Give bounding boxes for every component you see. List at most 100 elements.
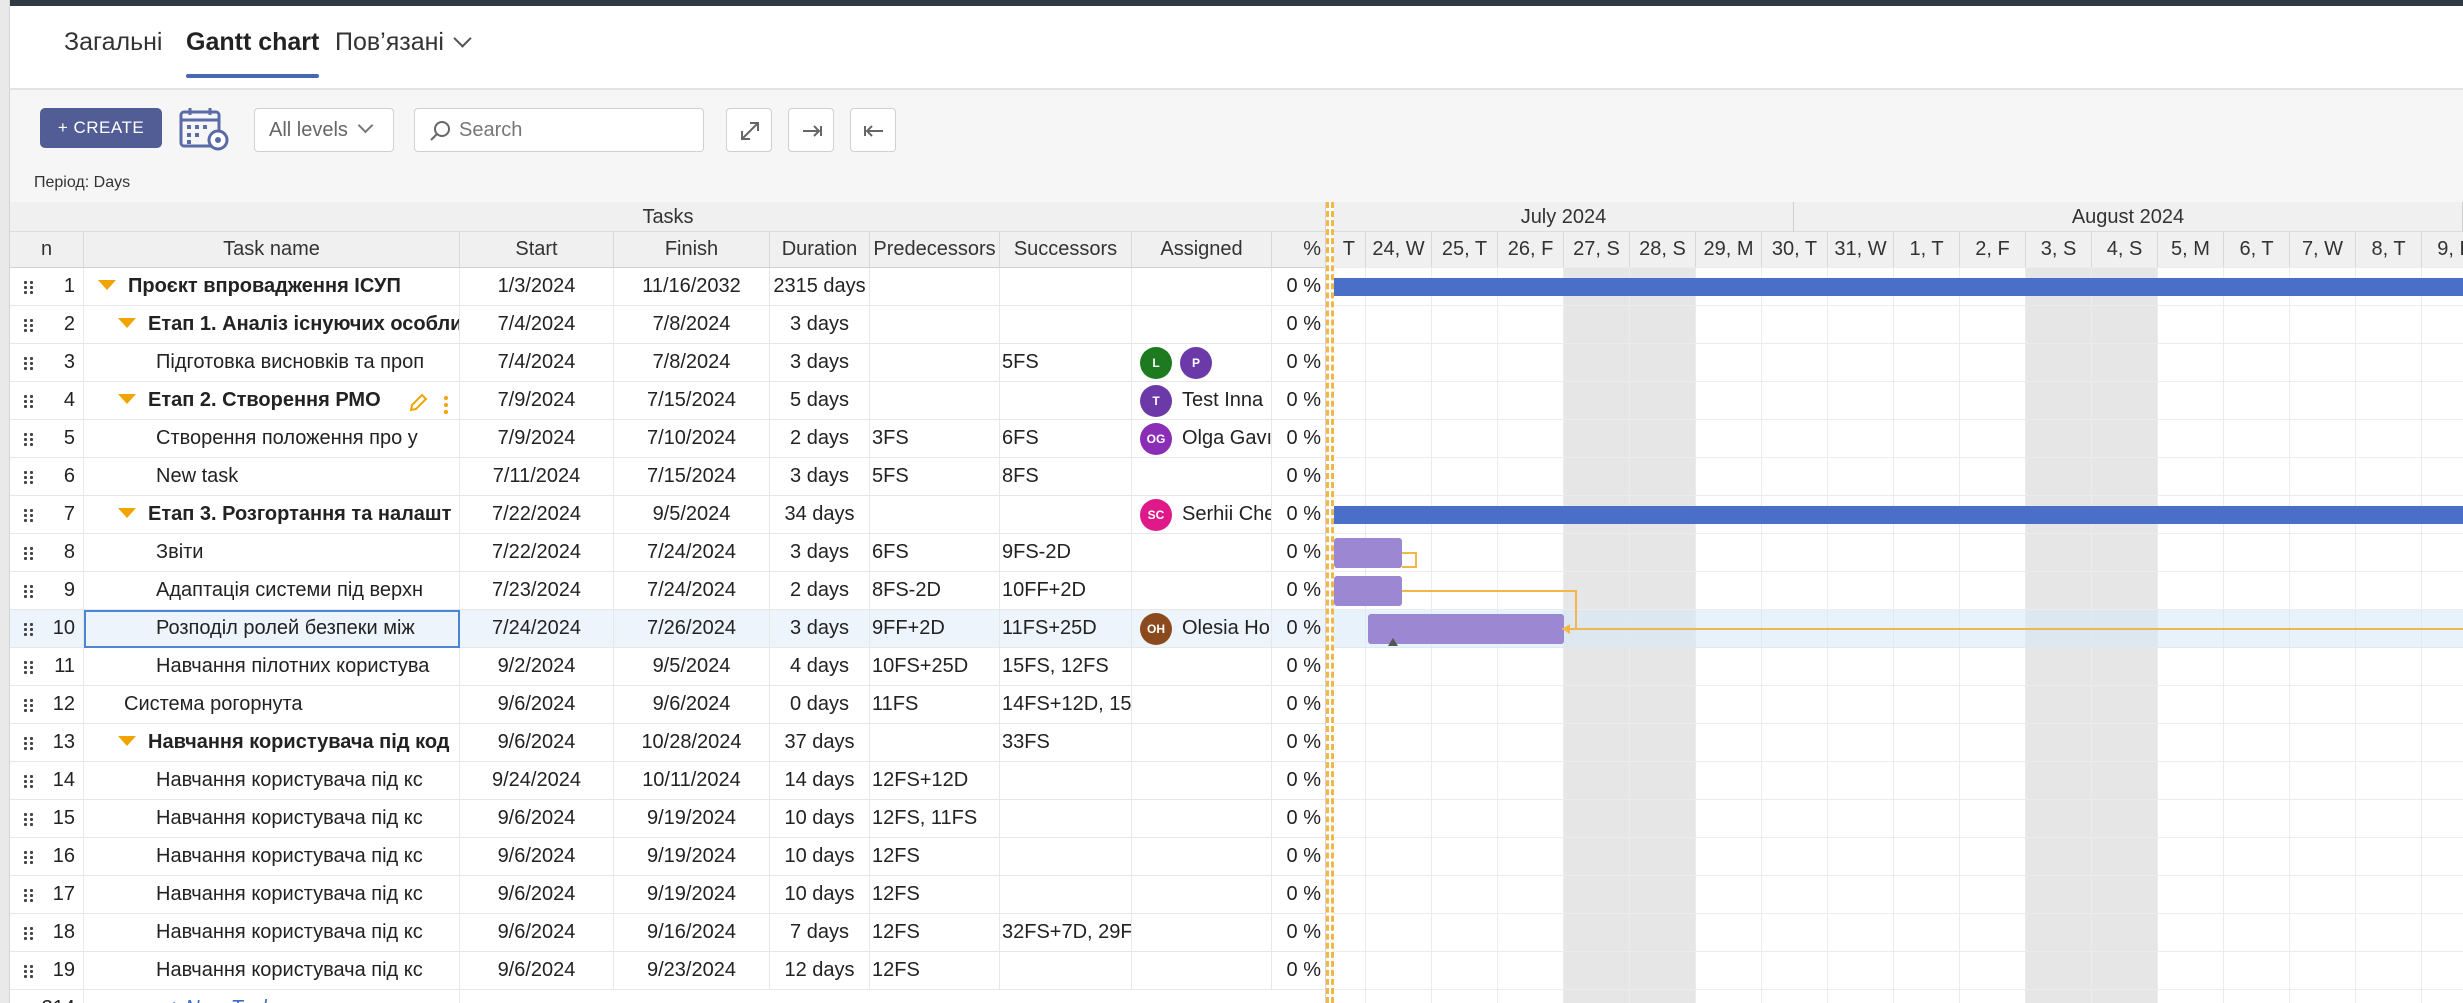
duration-cell[interactable]: 14 days [770, 762, 870, 800]
percent-complete-cell[interactable]: 0 % [1272, 686, 1325, 724]
duration-cell[interactable]: 10 days [770, 800, 870, 838]
start-date-cell[interactable]: 9/24/2024 [460, 762, 614, 800]
successors-cell[interactable] [1000, 306, 1132, 344]
duration-cell[interactable]: 10 days [770, 876, 870, 914]
duration-cell[interactable]: 2315 days [770, 268, 870, 306]
finish-date-cell[interactable]: 9/19/2024 [614, 800, 770, 838]
task-name-cell[interactable]: Етап 3. Розгортання та налашт [84, 496, 460, 534]
row-number-cell[interactable]: 16 [10, 838, 84, 876]
start-date-cell[interactable]: 9/2/2024 [460, 648, 614, 686]
successors-cell[interactable] [1000, 496, 1132, 534]
drag-handle-icon[interactable] [24, 395, 36, 409]
table-row[interactable]: 1 Проєкт впровадження ІСУП 1/3/2024 11/16/2… [10, 268, 1325, 306]
table-row[interactable]: 16 Навчання користувача під кс 9/6/2024 9/1… [10, 838, 1325, 876]
percent-complete-cell[interactable]: 0 % [1272, 344, 1325, 382]
task-name-cell[interactable]: Навчання користувача під кс [84, 952, 460, 990]
assigned-cell[interactable]: LP [1132, 344, 1272, 382]
table-row[interactable]: 15 Навчання користувача під кс 9/6/2024 9/1… [10, 800, 1325, 838]
assigned-cell[interactable] [1132, 648, 1272, 686]
start-date-cell[interactable]: 9/6/2024 [460, 800, 614, 838]
predecessors-cell[interactable]: 10FS+25D [870, 648, 1000, 686]
row-number-cell[interactable]: 13 [10, 724, 84, 762]
col-header-start[interactable]: Start [460, 232, 614, 268]
row-number-cell[interactable]: 6 [10, 458, 84, 496]
successors-cell[interactable]: 11FS+25D [1000, 610, 1132, 648]
successors-cell[interactable] [1000, 762, 1132, 800]
duration-cell[interactable]: 34 days [770, 496, 870, 534]
predecessors-cell[interactable] [870, 268, 1000, 306]
row-number-cell[interactable]: 17 [10, 876, 84, 914]
duration-cell[interactable]: 2 days [770, 572, 870, 610]
scroll-to-start-button[interactable] [788, 108, 834, 152]
task-name-cell[interactable]: Створення положення про у [84, 420, 460, 458]
collapse-triangle-icon[interactable] [118, 394, 136, 404]
task-name-cell[interactable]: Навчання пілотних користува [84, 648, 460, 686]
finish-date-cell[interactable]: 9/16/2024 [614, 914, 770, 952]
successors-cell[interactable]: 5FS [1000, 344, 1132, 382]
row-number-cell[interactable]: 8 [10, 534, 84, 572]
finish-date-cell[interactable]: 11/16/2032 [614, 268, 770, 306]
percent-complete-cell[interactable]: 0 % [1272, 876, 1325, 914]
predecessors-cell[interactable]: 12FS [870, 952, 1000, 990]
assigned-cell[interactable]: T Test Inna [1132, 382, 1272, 420]
finish-date-cell[interactable]: 7/15/2024 [614, 382, 770, 420]
levels-select[interactable]: All levels [254, 108, 394, 152]
predecessors-cell[interactable]: 6FS [870, 534, 1000, 572]
row-number-cell[interactable]: 11 [10, 648, 84, 686]
start-date-cell[interactable]: 9/6/2024 [460, 952, 614, 990]
finish-date-cell[interactable]: 7/15/2024 [614, 458, 770, 496]
row-number-cell[interactable]: 9 [10, 572, 84, 610]
assigned-cell[interactable] [1132, 876, 1272, 914]
tab-general[interactable]: Загальні [64, 28, 162, 57]
successors-cell[interactable]: 6FS [1000, 420, 1132, 458]
grid-gantt-splitter[interactable] [1326, 202, 1334, 1003]
percent-complete-cell[interactable]: 0 % [1272, 762, 1325, 800]
table-row[interactable]: 4 Етап 2. Створення РМО 7/9/2024 7/15/2024 5… [10, 382, 1325, 420]
col-header-predecessors[interactable]: Predecessors [870, 232, 1000, 268]
assigned-cell[interactable] [1132, 800, 1272, 838]
create-button[interactable]: + CREATE [40, 108, 162, 148]
table-row[interactable]: 19 Навчання користувача під кс 9/6/2024 9/2… [10, 952, 1325, 990]
successors-cell[interactable]: 8FS [1000, 458, 1132, 496]
assigned-cell[interactable] [1132, 724, 1272, 762]
start-date-cell[interactable]: 9/6/2024 [460, 686, 614, 724]
finish-date-cell[interactable]: 7/24/2024 [614, 534, 770, 572]
assigned-cell[interactable] [1132, 306, 1272, 344]
task-name-cell[interactable]: Навчання користувача під код [84, 724, 460, 762]
avatar[interactable]: OG [1140, 423, 1172, 455]
successors-cell[interactable]: 15FS, 12FS [1000, 648, 1132, 686]
col-header-duration[interactable]: Duration [770, 232, 870, 268]
percent-complete-cell[interactable]: 0 % [1272, 382, 1325, 420]
duration-cell[interactable]: 37 days [770, 724, 870, 762]
successors-cell[interactable] [1000, 382, 1132, 420]
row-number-cell[interactable]: 4 [10, 382, 84, 420]
assigned-cell[interactable]: OH Olesia Ho [1132, 610, 1272, 648]
collapse-triangle-icon[interactable] [118, 318, 136, 328]
scroll-to-end-button[interactable] [850, 108, 896, 152]
percent-complete-cell[interactable]: 0 % [1272, 496, 1325, 534]
row-number-cell[interactable]: 10 [10, 610, 84, 648]
percent-complete-cell[interactable]: 0 % [1272, 914, 1325, 952]
duration-cell[interactable]: 5 days [770, 382, 870, 420]
table-row[interactable]: 6 New task 7/11/2024 7/15/2024 3 days 5FS 8FS 0… [10, 458, 1325, 496]
percent-complete-cell[interactable]: 0 % [1272, 572, 1325, 610]
finish-date-cell[interactable]: 9/5/2024 [614, 648, 770, 686]
percent-complete-cell[interactable]: 0 % [1272, 648, 1325, 686]
tab-related[interactable]: Пов’язані [335, 28, 472, 57]
start-date-cell[interactable]: 7/4/2024 [460, 306, 614, 344]
duration-cell[interactable]: 3 days [770, 306, 870, 344]
predecessors-cell[interactable] [870, 344, 1000, 382]
drag-handle-icon[interactable] [24, 547, 36, 561]
col-header-percent[interactable]: % [1272, 232, 1325, 268]
start-date-cell[interactable]: 7/11/2024 [460, 458, 614, 496]
row-number-cell[interactable]: 18 [10, 914, 84, 952]
successors-cell[interactable]: 32FS+7D, 29FS [1000, 914, 1132, 952]
drag-handle-icon[interactable] [24, 319, 36, 333]
assigned-cell[interactable] [1132, 458, 1272, 496]
duration-cell[interactable]: 0 days [770, 686, 870, 724]
drag-handle-icon[interactable] [24, 623, 36, 637]
finish-date-cell[interactable]: 10/11/2024 [614, 762, 770, 800]
predecessors-cell[interactable]: 12FS, 11FS [870, 800, 1000, 838]
table-row[interactable]: 5 Створення положення про у 7/9/2024 7/10/2… [10, 420, 1325, 458]
table-row[interactable]: 2 Етап 1. Аналіз існуючих особли 7/4/2024 7… [10, 306, 1325, 344]
